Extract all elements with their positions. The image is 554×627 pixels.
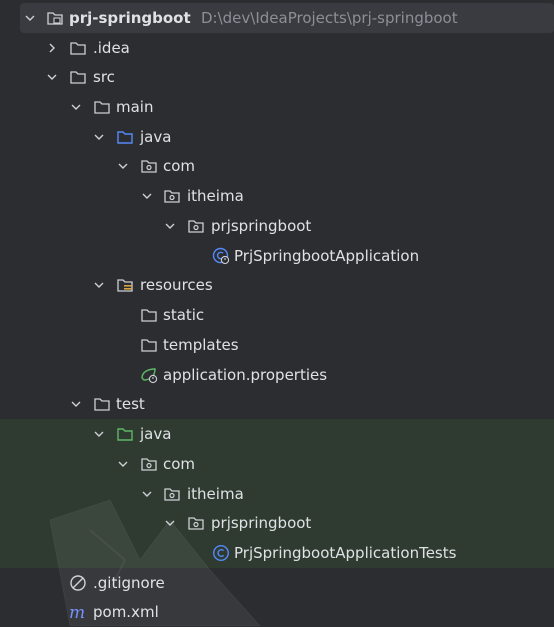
chevron-down-icon[interactable] xyxy=(93,279,105,291)
node-label: .gitignore xyxy=(93,574,165,592)
package-icon xyxy=(187,514,205,532)
gitignore-icon xyxy=(69,574,87,592)
tree-row-app-properties[interactable]: application.properties xyxy=(0,360,554,390)
chevron-down-icon[interactable] xyxy=(164,220,176,232)
class-icon xyxy=(212,544,230,562)
chevron-down-icon[interactable] xyxy=(164,517,176,529)
node-label: java xyxy=(140,128,172,146)
chevron-down-icon[interactable] xyxy=(141,488,153,500)
tree-row-idea[interactable]: .idea xyxy=(0,33,554,63)
tree-row-test-prjspringboot[interactable]: prjspringboot xyxy=(0,508,554,538)
tree-row-gitignore[interactable]: .gitignore xyxy=(0,568,554,598)
project-root-path: D:\dev\IdeaProjects\prj-springboot xyxy=(201,9,458,27)
project-root-name: prj-springboot xyxy=(69,9,191,27)
tree-row-main-prjspringboot[interactable]: prjspringboot xyxy=(0,211,554,241)
tree-row-test-app[interactable]: PrjSpringbootApplicationTests xyxy=(0,538,554,568)
tree-row-src[interactable]: src xyxy=(0,62,554,92)
chevron-down-icon[interactable] xyxy=(93,428,105,440)
spring-boot-class-icon xyxy=(212,247,230,265)
chevron-down-icon[interactable] xyxy=(93,131,105,143)
tree-row-templates[interactable]: templates xyxy=(0,330,554,360)
chevron-down-icon[interactable] xyxy=(141,190,153,202)
package-icon xyxy=(140,157,158,175)
chevron-down-icon[interactable] xyxy=(70,101,82,113)
tree-row-resources[interactable]: resources xyxy=(0,270,554,300)
chevron-right-icon[interactable] xyxy=(46,42,58,54)
folder-icon xyxy=(140,306,158,324)
node-label: static xyxy=(163,306,205,324)
package-icon xyxy=(140,455,158,473)
tree-row-test[interactable]: test xyxy=(0,389,554,419)
chevron-down-icon[interactable] xyxy=(24,12,36,24)
tree-row-test-com[interactable]: com xyxy=(0,449,554,479)
resources-folder-icon xyxy=(116,276,134,294)
tree-row-pom[interactable]: m pom.xml xyxy=(0,597,554,627)
node-label: prjspringboot xyxy=(211,514,312,532)
chevron-down-icon[interactable] xyxy=(117,458,129,470)
tree-row-static[interactable]: static xyxy=(0,300,554,330)
node-label: PrjSpringbootApplication xyxy=(234,247,420,265)
package-icon xyxy=(163,187,181,205)
node-label: main xyxy=(116,98,154,116)
svg-text:m: m xyxy=(69,603,85,621)
tree-row-test-itheima[interactable]: itheima xyxy=(0,479,554,509)
node-label: java xyxy=(140,425,172,443)
tree-row-main-itheima[interactable]: itheima xyxy=(0,181,554,211)
module-folder-icon xyxy=(46,9,64,27)
tree-row-test-java[interactable]: java xyxy=(0,419,554,449)
node-label: itheima xyxy=(187,187,244,205)
folder-icon xyxy=(93,98,111,116)
node-label: pom.xml xyxy=(93,603,159,621)
maven-icon: m xyxy=(69,603,87,621)
node-label: .idea xyxy=(93,39,130,57)
source-folder-icon xyxy=(116,128,134,146)
node-label: application.properties xyxy=(163,366,328,384)
folder-icon xyxy=(140,336,158,354)
chevron-down-icon[interactable] xyxy=(70,398,82,410)
test-folder-icon xyxy=(116,425,134,443)
node-label: test xyxy=(116,395,145,413)
node-label: templates xyxy=(163,336,239,354)
folder-icon xyxy=(69,68,87,86)
chevron-down-icon[interactable] xyxy=(46,71,58,83)
tree-row-main-java[interactable]: java xyxy=(0,122,554,152)
node-label: resources xyxy=(140,276,213,294)
node-label: com xyxy=(163,157,196,175)
folder-icon xyxy=(93,395,111,413)
node-label: com xyxy=(163,455,196,473)
package-icon xyxy=(163,485,181,503)
chevron-down-icon[interactable] xyxy=(117,160,129,172)
spring-properties-icon xyxy=(140,366,158,384)
folder-icon xyxy=(69,39,87,57)
tree-row-main-com[interactable]: com xyxy=(0,151,554,181)
package-icon xyxy=(187,217,205,235)
project-tree: prj-springboot D:\dev\IdeaProjects\prj-s… xyxy=(0,0,554,626)
tree-row-root[interactable]: prj-springboot D:\dev\IdeaProjects\prj-s… xyxy=(20,3,554,33)
node-label: src xyxy=(93,68,115,86)
tree-row-main[interactable]: main xyxy=(0,92,554,122)
node-label: itheima xyxy=(187,485,244,503)
tree-row-main-app[interactable]: PrjSpringbootApplication xyxy=(0,241,554,271)
node-label: PrjSpringbootApplicationTests xyxy=(234,544,457,562)
node-label: prjspringboot xyxy=(211,217,312,235)
